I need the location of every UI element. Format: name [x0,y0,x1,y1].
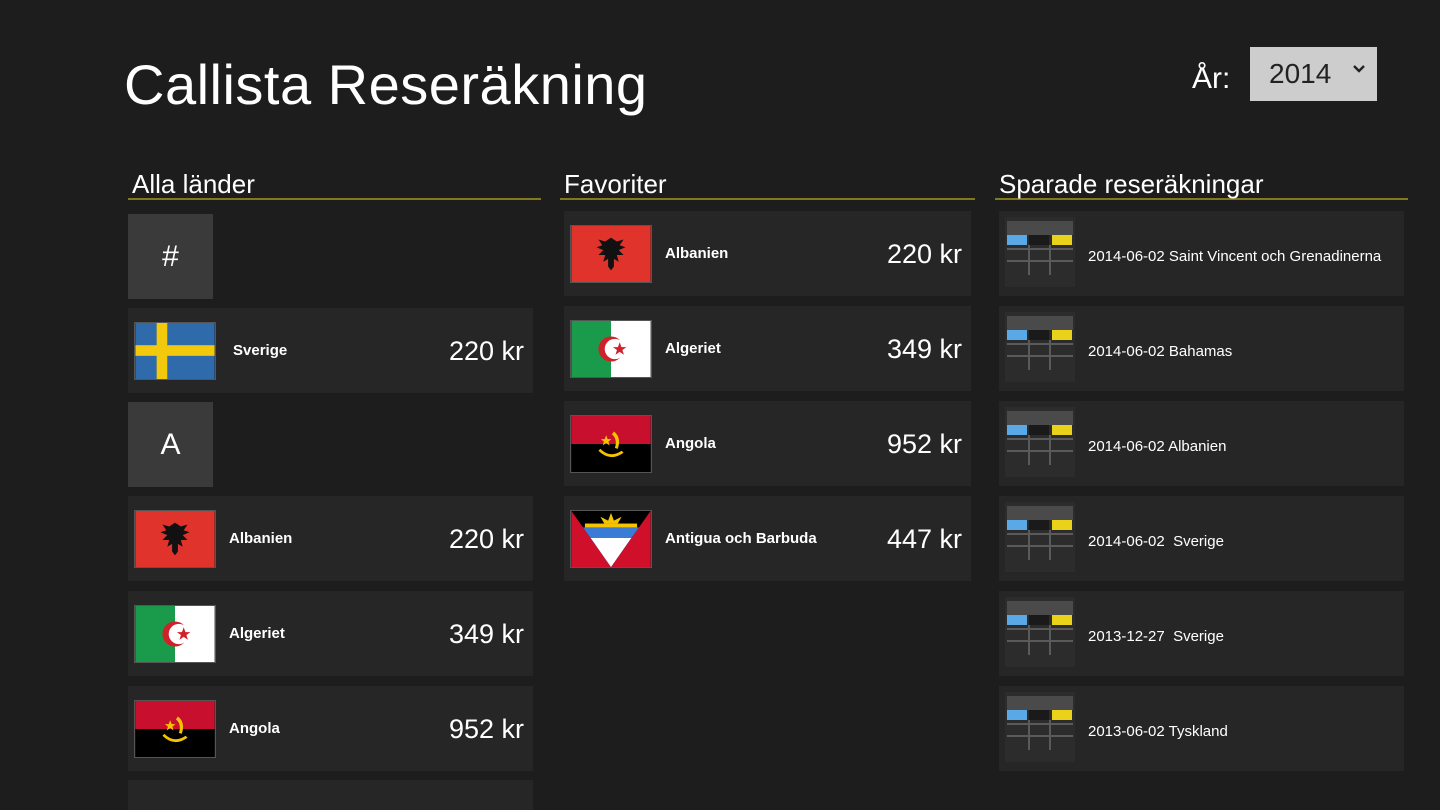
saved-report-label: 2014-06-02 Bahamas [1088,343,1233,360]
saved-report-label: 2014-06-02 Albanien [1088,438,1227,455]
saved-report-label: 2013-12-27 Sverige [1088,628,1224,645]
expense-sheet-icon [1005,502,1075,572]
country-name: Algeriet [229,625,285,642]
country-tile-sverige[interactable]: Sverige 220 kr [128,308,533,393]
country-price: 220 kr [886,239,962,269]
saved-report-label: 2013-06-02 Tyskland [1088,723,1228,740]
country-name: Antigua och Barbuda [665,530,817,547]
angola-flag-icon [570,415,652,473]
group-letter: # [162,239,179,273]
expense-sheet-icon [1005,597,1075,667]
saved-report-tile[interactable]: 2013-06-02 Tyskland [999,686,1404,771]
saved-report-tile[interactable]: 2013-12-27 Sverige [999,591,1404,676]
expense-sheet-icon [1005,692,1075,762]
country-name: Algeriet [665,340,721,357]
albania-flag-icon [570,225,652,283]
saved-report-label: 2014-06-02 Saint Vincent och Grenadinern… [1088,248,1382,265]
country-price: 952 kr [448,714,524,744]
country-name: Albanien [665,245,729,262]
favorite-tile-angola[interactable]: Angola 952 kr [564,401,971,486]
country-tile-partial[interactable] [128,780,533,810]
group-header-a[interactable]: A [128,402,213,487]
expense-sheet-icon [1005,217,1075,287]
year-select[interactable]: 2014 [1250,47,1377,101]
page-title: Callista Reseräkning [124,53,648,116]
country-tile-albanien[interactable]: Albanien 220 kr [128,496,533,581]
year-label: År: [1192,62,1231,95]
favorite-tile-antigua[interactable]: Antigua och Barbuda 447 kr [564,496,971,581]
albania-flag-icon [134,510,216,568]
group-letter: A [160,427,181,461]
expense-sheet-icon [1005,407,1075,477]
year-select-value: 2014 [1269,58,1332,89]
saved-report-tile[interactable]: 2014-06-02 Sverige [999,496,1404,581]
country-name: Angola [665,435,716,452]
saved-report-tile[interactable]: 2014-06-02 Albanien [999,401,1404,486]
section-header-saved: Sparade reseräkningar [995,170,1408,200]
country-name: Angola [229,720,280,737]
algeria-flag-icon [570,320,652,378]
chevron-down-icon [1353,65,1365,73]
country-price: 220 kr [448,524,524,554]
country-price: 952 kr [886,429,962,459]
country-price: 349 kr [448,619,524,649]
group-header-hash[interactable]: # [128,214,213,299]
country-price: 220 kr [448,336,524,366]
country-name: Sverige [233,342,288,359]
country-tile-algeriet[interactable]: Algeriet 349 kr [128,591,533,676]
expense-sheet-icon [1005,312,1075,382]
saved-report-tile[interactable]: 2014-06-02 Bahamas [999,306,1404,391]
section-header-favorites: Favoriter [560,170,975,200]
algeria-flag-icon [134,605,216,663]
country-tile-angola[interactable]: Angola 952 kr [128,686,533,771]
saved-report-label: 2014-06-02 Sverige [1088,533,1224,550]
country-price: 349 kr [886,334,962,364]
section-header-all-countries: Alla länder [128,170,541,200]
antigua-flag-icon [570,510,652,568]
favorite-tile-albanien[interactable]: Albanien 220 kr [564,211,971,296]
favorite-tile-algeriet[interactable]: Algeriet 349 kr [564,306,971,391]
angola-flag-icon [134,700,216,758]
country-name: Albanien [229,530,293,547]
country-price: 447 kr [886,524,962,554]
sweden-flag-icon [134,322,216,380]
saved-report-tile[interactable]: 2014-06-02 Saint Vincent och Grenadinern… [999,211,1404,296]
